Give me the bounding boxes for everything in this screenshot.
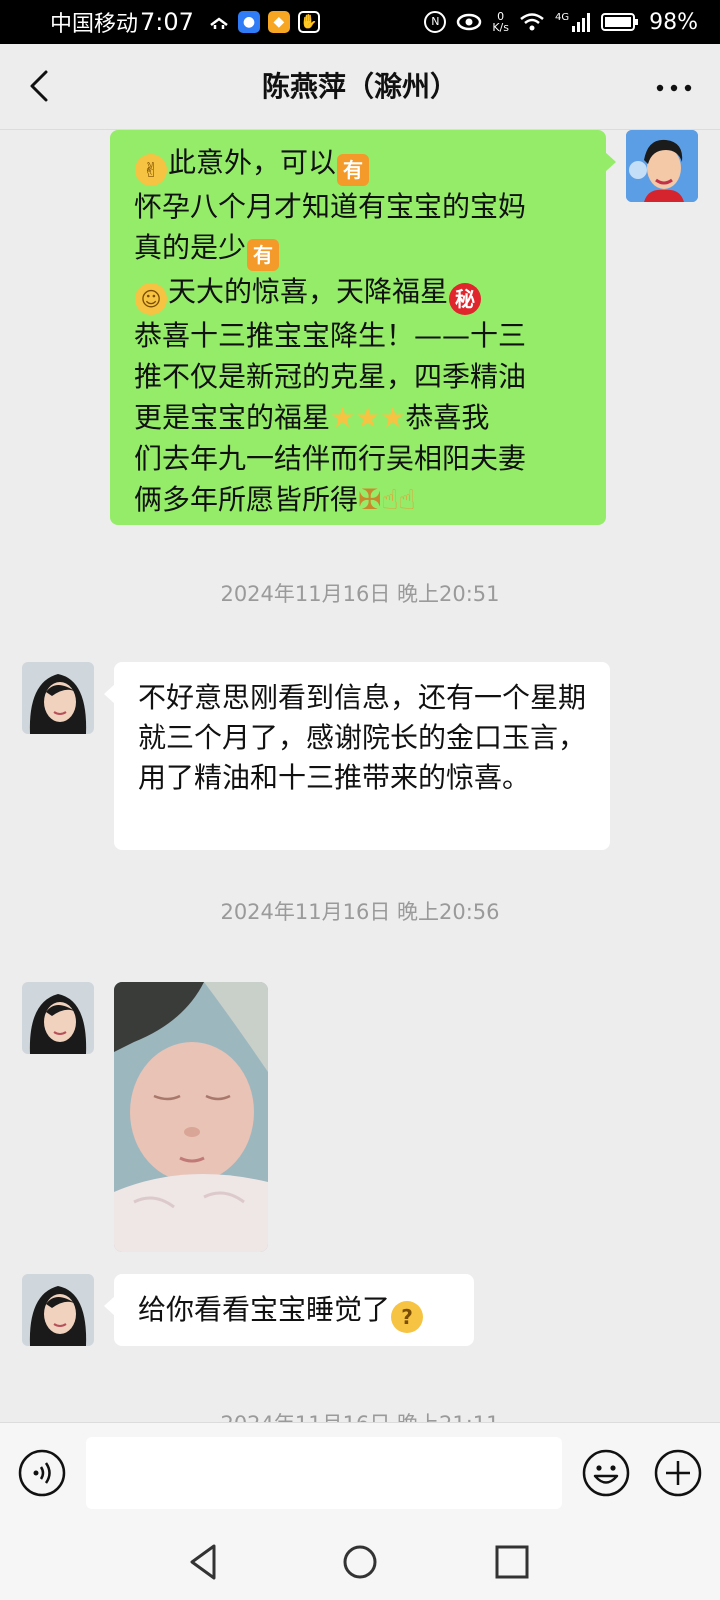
message-input-bar [0,1422,720,1528]
message-line: 恭喜十三推宝宝降生！——十三 [134,319,527,352]
more-options-icon[interactable] [654,70,694,106]
you-emoji-icon: 有 [337,154,370,186]
bulb-app-icon: ● [237,11,260,33]
eye-icon [457,13,482,31]
message-bubble-sent[interactable]: ✌ 此意外，可以有 怀孕八个月才知道有宝宝的宝妈 真的是少有 ☺ 天大的惊喜，天降福… [110,130,616,525]
thinking-emoji-icon: ? [391,1301,424,1333]
nfc-icon: N [424,11,447,33]
diamond-app-icon: ◆ [267,11,290,33]
bubble-tail [605,152,616,172]
my-avatar[interactable] [626,130,698,202]
message-line: 俩多年所愿皆所得✠☝☝ [134,483,416,516]
system-navigation-bar [0,1528,720,1600]
nav-back-triangle-icon[interactable] [182,1538,230,1586]
thumbs-up-icon: ☝ [381,483,399,516]
avatar-image [22,662,94,734]
nav-home-circle-icon[interactable] [336,1538,384,1586]
star-icon: ★ [355,401,381,434]
bubble-tail [104,684,115,704]
message-timestamp: 2024年11月16日 晚上20:56 [220,900,500,924]
bubble-tail [104,1296,115,1316]
avatar-image [22,982,94,1054]
avatar-image [626,130,698,202]
contact-avatar[interactable] [22,982,94,1054]
message-bubble-received[interactable]: 不好意思刚看到信息，还有一个星期就三个月了，感谢院长的金口玉言，用了精油和十三推… [104,662,610,850]
network-speed: 0 K/s [492,11,509,33]
chat-title: 陈燕萍（滁州） [261,70,458,103]
chat-header: 陈燕萍（滁州） [0,44,720,130]
message-line: ☺ 天大的惊喜，天降福星秘 [134,271,588,315]
emoji-icon[interactable] [582,1449,630,1497]
nav-recents-square-icon[interactable] [488,1538,536,1586]
message-bubble-received[interactable]: 给你看看宝宝睡觉了? [104,1274,474,1346]
battery-icon [601,13,639,31]
secret-emoji-icon: 秘 [449,283,482,315]
message-list[interactable]: ✌ 此意外，可以有 怀孕八个月才知道有宝宝的宝妈 真的是少有 ☺ 天大的惊喜，天降福… [0,130,720,1422]
airplane-icon [210,17,228,29]
hand-app-icon: ✋ [297,11,320,33]
wifi-icon [520,13,544,31]
message-line: 怀孕八个月才知道有宝宝的宝妈 [134,190,527,223]
grin-emoji-icon: ☺ [135,283,167,315]
carrier-name: 中国移动 [50,12,139,37]
image-message[interactable] [114,982,268,1252]
add-attachment-icon[interactable] [654,1449,702,1497]
signal-bars-icon [572,13,591,32]
star-icon: ★ [330,401,356,434]
message-line: ✌ 此意外，可以有 [134,142,588,186]
notification-icons: ● ◆ ✋ [208,11,320,33]
baby-photo [114,982,268,1252]
victory-hand-icon: ✌ [135,154,167,186]
message-text: 不好意思刚看到信息，还有一个星期就三个月了，感谢院长的金口玉言，用了精油和十三推… [138,681,587,794]
thumbs-up-icon: ☝ [398,483,416,516]
message-line: 真的是少有 [134,227,588,271]
clock: 7:07 [140,8,194,36]
network-speed-unit: K/s [492,21,509,34]
message-timestamp: 2024年11月16日 晚上21:11 [0,1408,720,1422]
message-timestamp: 2024年11月16日 晚上20:51 [220,582,500,606]
message-line: 更是宝宝的福星★★★恭喜我 [134,401,490,434]
contact-avatar[interactable] [22,1274,94,1346]
cellular-signal: 4G [555,12,591,32]
avatar-image [22,1274,94,1346]
you-emoji-icon: 有 [247,239,280,271]
message-text: 给你看看宝宝睡觉了 [138,1293,391,1326]
message-line: 推不仅是新冠的克星，四季精油 [134,360,527,393]
message-line: 们去年九一结伴而行吴相阳夫妻 [134,442,527,475]
status-bar: 中国移动 7:07 ● ◆ ✋ N 0 K/s 4G 98% [0,0,720,44]
contact-avatar[interactable] [22,662,94,734]
battery-level: 98% [649,9,698,35]
star-icon: ★ [380,401,406,434]
voice-input-icon[interactable] [18,1449,66,1497]
pray-icon: ✠ [358,483,382,516]
message-input[interactable] [86,1437,562,1509]
network-type: 4G [554,12,570,23]
